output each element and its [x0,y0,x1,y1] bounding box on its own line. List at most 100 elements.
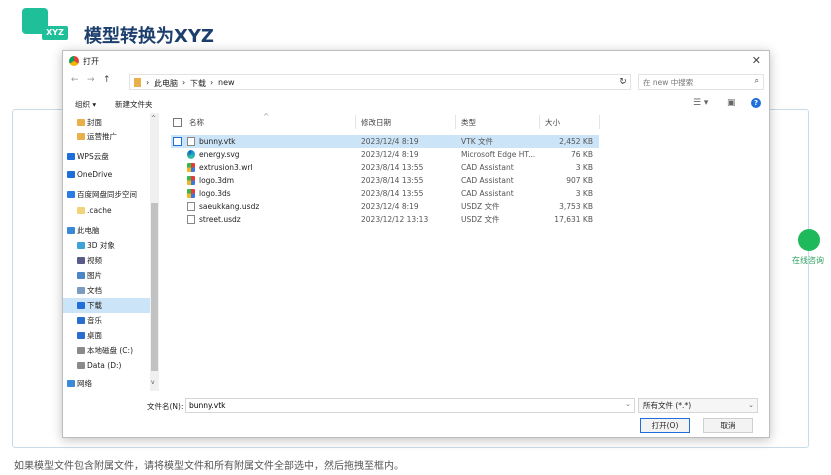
sidebar-item[interactable]: 桌面 [63,328,151,343]
search-box[interactable]: ⌕ [638,74,764,90]
cad-assistant-icon [187,189,195,198]
column-type[interactable]: 类型 [461,117,476,128]
file-row[interactable]: energy.svg 2023/12/4 8:19 Microsoft Edge H… [171,148,599,161]
file-row[interactable]: logo.3dm 2023/8/14 13:55 CAD Assistant 907 … [171,174,599,187]
drop-hint: 如果模型文件包含附属文件，请将模型文件和所有附属文件全部选中，然后拖拽至框内。 [14,461,404,472]
filename-input[interactable] [186,399,626,412]
baidu-icon [67,191,75,198]
column-size[interactable]: 大小 [545,117,560,128]
column-date[interactable]: 修改日期 [361,117,391,128]
sidebar-item-label: 运营推广 [87,132,117,141]
document-icon [187,202,195,211]
chevron-down-icon[interactable]: ⌄ [625,400,631,408]
file-name: logo.3ds [199,189,231,198]
file-row[interactable]: logo.3ds 2023/8/14 13:55 CAD Assistant 3 KB [171,187,599,200]
back-button[interactable]: ← [71,75,79,85]
file-row[interactable]: extrusion3.wrl 2023/8/14 13:55 CAD Assista… [171,161,599,174]
open-button[interactable]: 打开(O) [640,418,690,433]
sidebar-item[interactable]: 封面 [63,115,151,130]
help-icon[interactable]: ? [751,98,761,108]
chevron-down-icon: ⌄ [748,401,754,409]
cancel-button[interactable]: 取消 [703,418,753,433]
folder-icon [77,133,85,140]
sidebar-scrollbar[interactable]: ^ v [150,113,159,391]
dialog-titlebar[interactable]: 打开 ✕ [63,51,769,71]
folder-icon [77,119,85,126]
navigation-pane: 封面运营推广 WPS云盘 OneDrive 百度网盘同步空间 .cache 此电脑 3D 对… [63,113,161,391]
address-bar[interactable]: › 此电脑 › 下载 › new ⌄ [129,74,631,90]
view-options-icon[interactable]: ☰ ▾ [693,98,708,108]
file-row[interactable]: bunny.vtk 2023/12/4 8:19 VTK 文件 2,452 KB [171,135,599,148]
up-button[interactable]: ↑ [103,75,111,85]
scroll-up-icon[interactable]: ^ [151,115,156,122]
sidebar-item-label: 下载 [87,301,102,310]
sidebar-item[interactable]: .cache [63,203,151,218]
column-divider[interactable] [599,115,600,129]
sidebar-item-label: .cache [87,206,112,215]
new-folder-button[interactable]: 新建文件夹 [115,99,153,110]
sidebar-item-label: 桌面 [87,331,102,340]
sidebar-item[interactable]: 视频 [63,253,151,268]
sidebar-item[interactable]: 百度网盘同步空间 [63,187,151,202]
close-icon[interactable]: ✕ [752,54,761,67]
scrollbar-thumb[interactable] [151,203,158,371]
download-icon [77,302,85,309]
breadcrumb-downloads[interactable]: 下载 [190,78,206,89]
file-list-header: 名称 ^ 修改日期 类型 大小 [165,112,763,131]
column-divider[interactable] [539,115,540,129]
column-divider[interactable] [355,115,356,129]
forward-button[interactable]: → [87,75,95,85]
file-type-select[interactable]: 所有文件 (*.*) ⌄ [638,398,758,413]
address-row: ← → ↑ › 此电脑 › 下载 › new ⌄ ↻ ⌕ [63,71,769,93]
preview-pane-icon[interactable]: ▣ [727,98,736,108]
filename-field[interactable] [185,398,635,413]
folder-icon [77,207,85,214]
sidebar-item[interactable]: 图片 [63,268,151,283]
dialog-toolbar: 组织 ▾ 新建文件夹 ☰ ▾ ▣ ? [63,95,769,113]
file-name: logo.3dm [199,176,235,185]
sidebar-item[interactable]: WPS云盘 [63,149,151,164]
row-checkbox[interactable] [173,137,182,146]
file-name: bunny.vtk [199,137,236,146]
sidebar-item[interactable]: 文档 [63,283,151,298]
sidebar-item[interactable]: 3D 对象 [63,238,151,253]
sidebar-item-label: 音乐 [87,316,102,325]
file-type: CAD Assistant [461,176,514,185]
online-consult-link[interactable]: 在线咨询 [792,255,824,266]
search-input[interactable] [639,75,747,89]
organize-button[interactable]: 组织 ▾ [75,99,96,110]
sidebar-item[interactable]: 网络 [63,376,151,391]
file-date: 2023/12/12 13:13 [361,215,429,224]
sidebar-item[interactable]: 此电脑 [63,223,151,238]
sidebar-item[interactable]: 运营推广 [63,129,151,144]
breadcrumb-new[interactable]: new [218,78,235,87]
wechat-icon[interactable] [798,229,820,251]
file-name: street.usdz [199,215,241,224]
breadcrumb-this-pc[interactable]: 此电脑 [154,78,178,89]
file-date: 2023/12/4 8:19 [361,202,419,211]
document-icon [77,287,85,294]
select-all-checkbox[interactable] [173,118,182,127]
sidebar-item[interactable]: Data (D:) [63,358,151,373]
file-row[interactable]: saeukkang.usdz 2023/12/4 8:19 USDZ 文件 3,753… [171,200,599,213]
sidebar-item-label: 3D 对象 [87,241,115,250]
refresh-button[interactable]: ↻ [615,74,631,90]
file-type: CAD Assistant [461,189,514,198]
sidebar-item[interactable]: 本地磁盘 (C:) [63,343,151,358]
file-list: 名称 ^ 修改日期 类型 大小 bunny.vtk 2023/12/4 8:19 V… [165,112,763,391]
sort-indicator-icon: ^ [263,112,270,121]
column-divider[interactable] [455,115,456,129]
computer-icon [67,227,75,234]
column-name[interactable]: 名称 [189,117,204,128]
file-name: saeukkang.usdz [199,202,260,211]
sidebar-item[interactable]: 音乐 [63,313,151,328]
sidebar-item[interactable]: 下载 [63,298,151,313]
picture-icon [77,272,85,279]
scroll-down-icon[interactable]: v [151,379,155,386]
file-size: 3 KB [575,189,593,198]
file-size: 907 KB [566,176,593,185]
chrome-icon [69,56,79,66]
sidebar-item[interactable]: OneDrive [63,167,151,182]
file-row[interactable]: street.usdz 2023/12/12 13:13 USDZ 文件 17,631… [171,213,599,226]
sidebar-item-label: 此电脑 [77,226,100,235]
